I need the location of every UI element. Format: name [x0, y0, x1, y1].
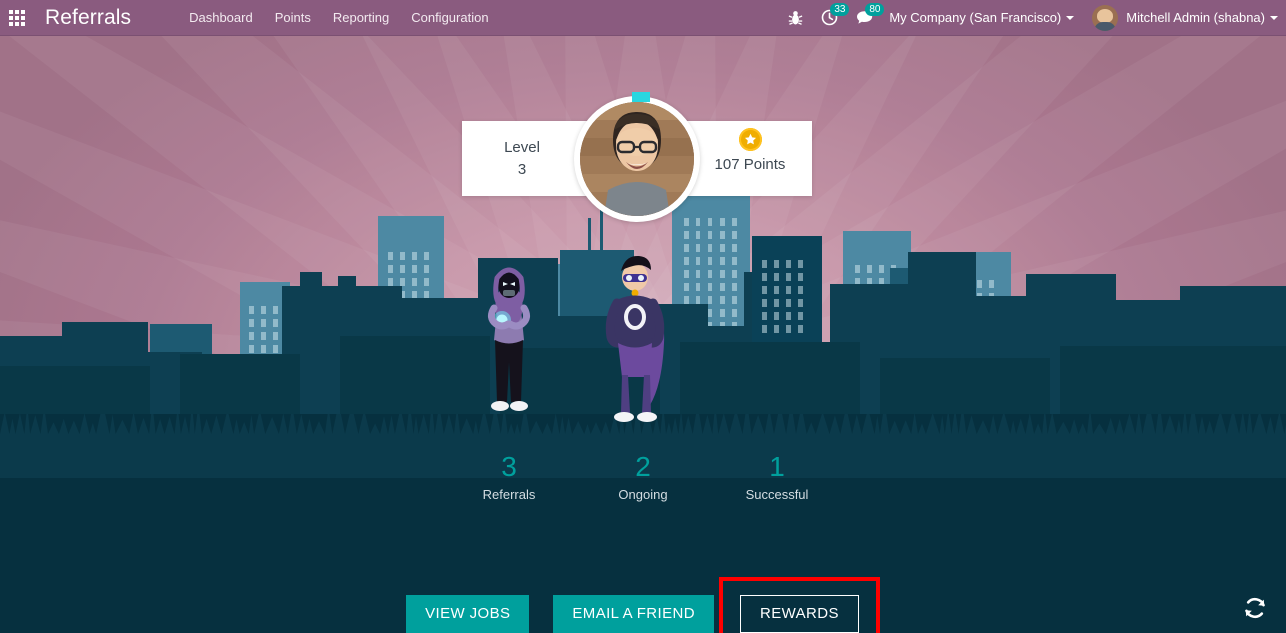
stat-ongoing-value: 2	[635, 451, 651, 482]
character-superhero	[605, 255, 665, 422]
company-name: My Company (San Francisco)	[889, 10, 1062, 25]
building	[180, 354, 300, 414]
menu-item-dashboard[interactable]: Dashboard	[178, 1, 264, 34]
navbar-right-section: 33 80 My Company (San Francisco) Mitchel…	[779, 0, 1286, 36]
avatar	[1092, 4, 1119, 31]
action-buttons: VIEW JOBS EMAIL A FRIEND REWARDS	[0, 577, 1286, 633]
stat-referrals-value: 3	[501, 451, 517, 482]
points-value: 107 Points	[714, 156, 786, 173]
stat-successful-label: Successful	[745, 487, 809, 502]
referral-stats: 3 Referrals 2 Ongoing 1 Successful	[0, 448, 1286, 504]
stat-successful-value: 1	[769, 451, 785, 482]
referrals-hero-scene: Level 3 107 Points 3 Referrals 2 Ongoing…	[0, 36, 1286, 633]
activities-button[interactable]: 33	[812, 0, 850, 36]
chevron-down-icon	[1066, 15, 1075, 20]
company-switcher[interactable]: My Company (San Francisco)	[883, 10, 1080, 25]
level-value: 3	[517, 160, 527, 178]
level-label: Level	[504, 138, 540, 156]
building	[300, 272, 322, 414]
building	[340, 336, 490, 414]
stat-successful: 1 Successful	[710, 448, 844, 504]
user-name: Mitchell Admin (shabna)	[1126, 10, 1265, 25]
profile-avatar-photo	[580, 102, 694, 216]
email-a-friend-button[interactable]: EMAIL A FRIEND	[553, 595, 714, 633]
character-hooded-figure	[487, 267, 531, 411]
chevron-down-icon	[1270, 15, 1278, 20]
main-menu: Dashboard Points Reporting Configuration	[178, 1, 499, 34]
menu-item-reporting[interactable]: Reporting	[322, 1, 400, 34]
messages-count-badge: 80	[865, 2, 885, 16]
app-title: Referrals	[45, 5, 132, 29]
menu-item-points[interactable]: Points	[264, 1, 322, 34]
building	[0, 366, 150, 414]
stat-referrals-label: Referrals	[482, 487, 536, 502]
stat-referrals: 3 Referrals	[442, 448, 576, 504]
building	[880, 358, 1050, 414]
refresh-icon[interactable]	[1242, 595, 1268, 621]
points-block: 107 Points	[690, 128, 810, 175]
apps-grid-glyph	[9, 9, 25, 26]
level-block: Level 3	[462, 137, 582, 181]
view-jobs-button[interactable]: VIEW JOBS	[406, 595, 530, 633]
messages-button[interactable]: 80	[847, 0, 885, 36]
bug-icon[interactable]	[779, 0, 812, 36]
user-menu[interactable]: Mitchell Admin (shabna)	[1080, 4, 1278, 31]
apps-grid-icon[interactable]	[0, 0, 34, 36]
building-windows	[762, 260, 803, 333]
building	[1060, 346, 1286, 414]
rewards-highlight-box: REWARDS	[718, 577, 880, 633]
level-progress-tab	[632, 92, 650, 102]
star-badge-icon	[738, 128, 762, 151]
stat-ongoing-label: Ongoing	[618, 487, 668, 502]
menu-item-configuration[interactable]: Configuration	[400, 1, 499, 34]
profile-avatar-ring[interactable]	[574, 96, 700, 222]
stat-ongoing: 2 Ongoing	[576, 448, 710, 504]
top-navbar: Referrals Dashboard Points Reporting Con…	[0, 0, 1286, 36]
building	[680, 342, 860, 414]
rewards-button[interactable]: REWARDS	[739, 595, 859, 633]
